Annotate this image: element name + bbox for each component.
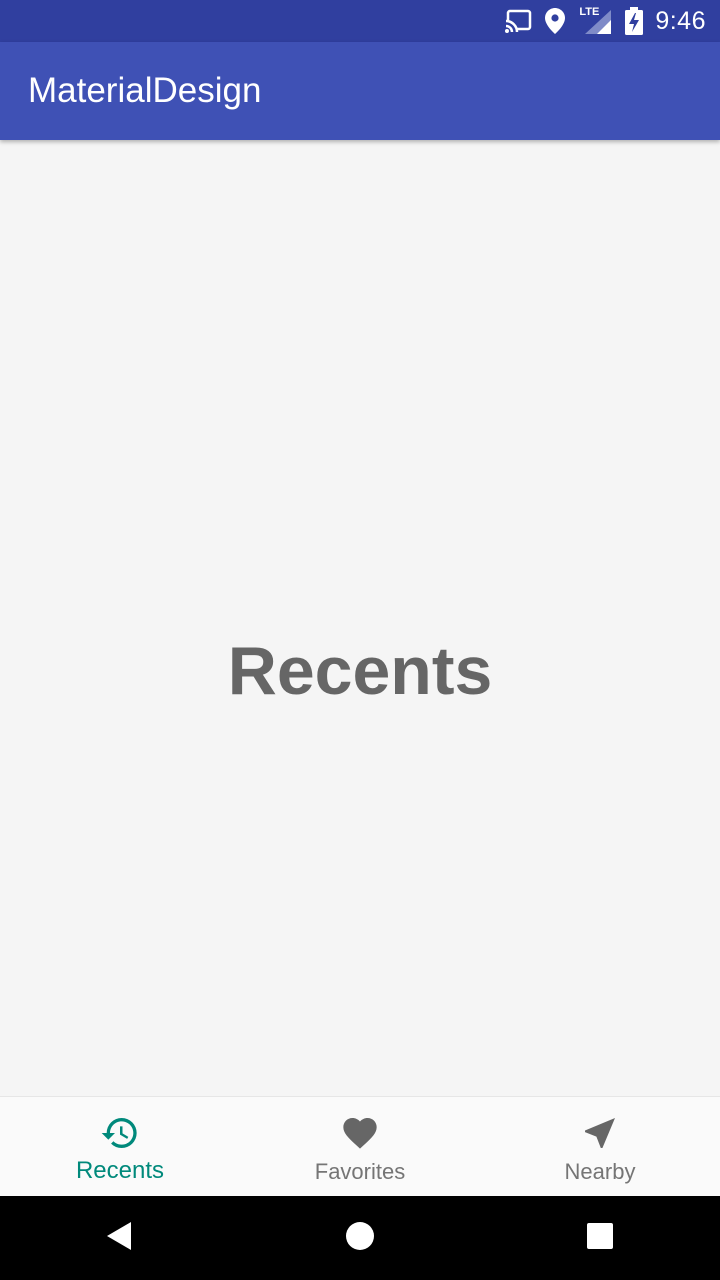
back-button[interactable] — [78, 1196, 162, 1280]
bottom-nav-label-favorites: Favorites — [314, 1159, 406, 1184]
app-bar: MaterialDesign — [0, 42, 720, 140]
system-navigation-bar — [0, 1196, 720, 1280]
back-icon — [105, 1220, 135, 1257]
bottom-nav-label-recents: Recents — [75, 1157, 165, 1184]
main-content: Recents — [0, 140, 720, 1096]
navigation-arrow-icon — [580, 1113, 620, 1153]
overview-button[interactable] — [558, 1196, 642, 1280]
bottom-nav-label-nearby: Nearby — [564, 1159, 636, 1184]
home-icon — [344, 1220, 376, 1257]
phone-screen: LTE 9:46 MaterialDesign Recents Recents … — [0, 0, 720, 1280]
recents-square-icon — [585, 1221, 615, 1256]
bottom-navigation: Recents Favorites Nearby — [0, 1096, 720, 1196]
bottom-nav-item-nearby[interactable]: Nearby — [480, 1097, 720, 1196]
bottom-nav-item-favorites[interactable]: Favorites — [240, 1097, 480, 1196]
bottom-nav-item-recents[interactable]: Recents — [0, 1097, 240, 1196]
status-bar: LTE 9:46 — [0, 0, 720, 42]
cast-icon — [505, 0, 533, 42]
app-title: MaterialDesign — [28, 71, 262, 110]
battery-charging-icon — [625, 0, 644, 42]
lte-signal-icon: LTE — [577, 0, 613, 42]
location-icon — [545, 0, 566, 42]
content-label: Recents — [227, 633, 493, 709]
history-icon — [100, 1113, 140, 1153]
status-time: 9:46 — [655, 6, 706, 35]
heart-icon — [340, 1113, 380, 1153]
home-button[interactable] — [318, 1196, 402, 1280]
